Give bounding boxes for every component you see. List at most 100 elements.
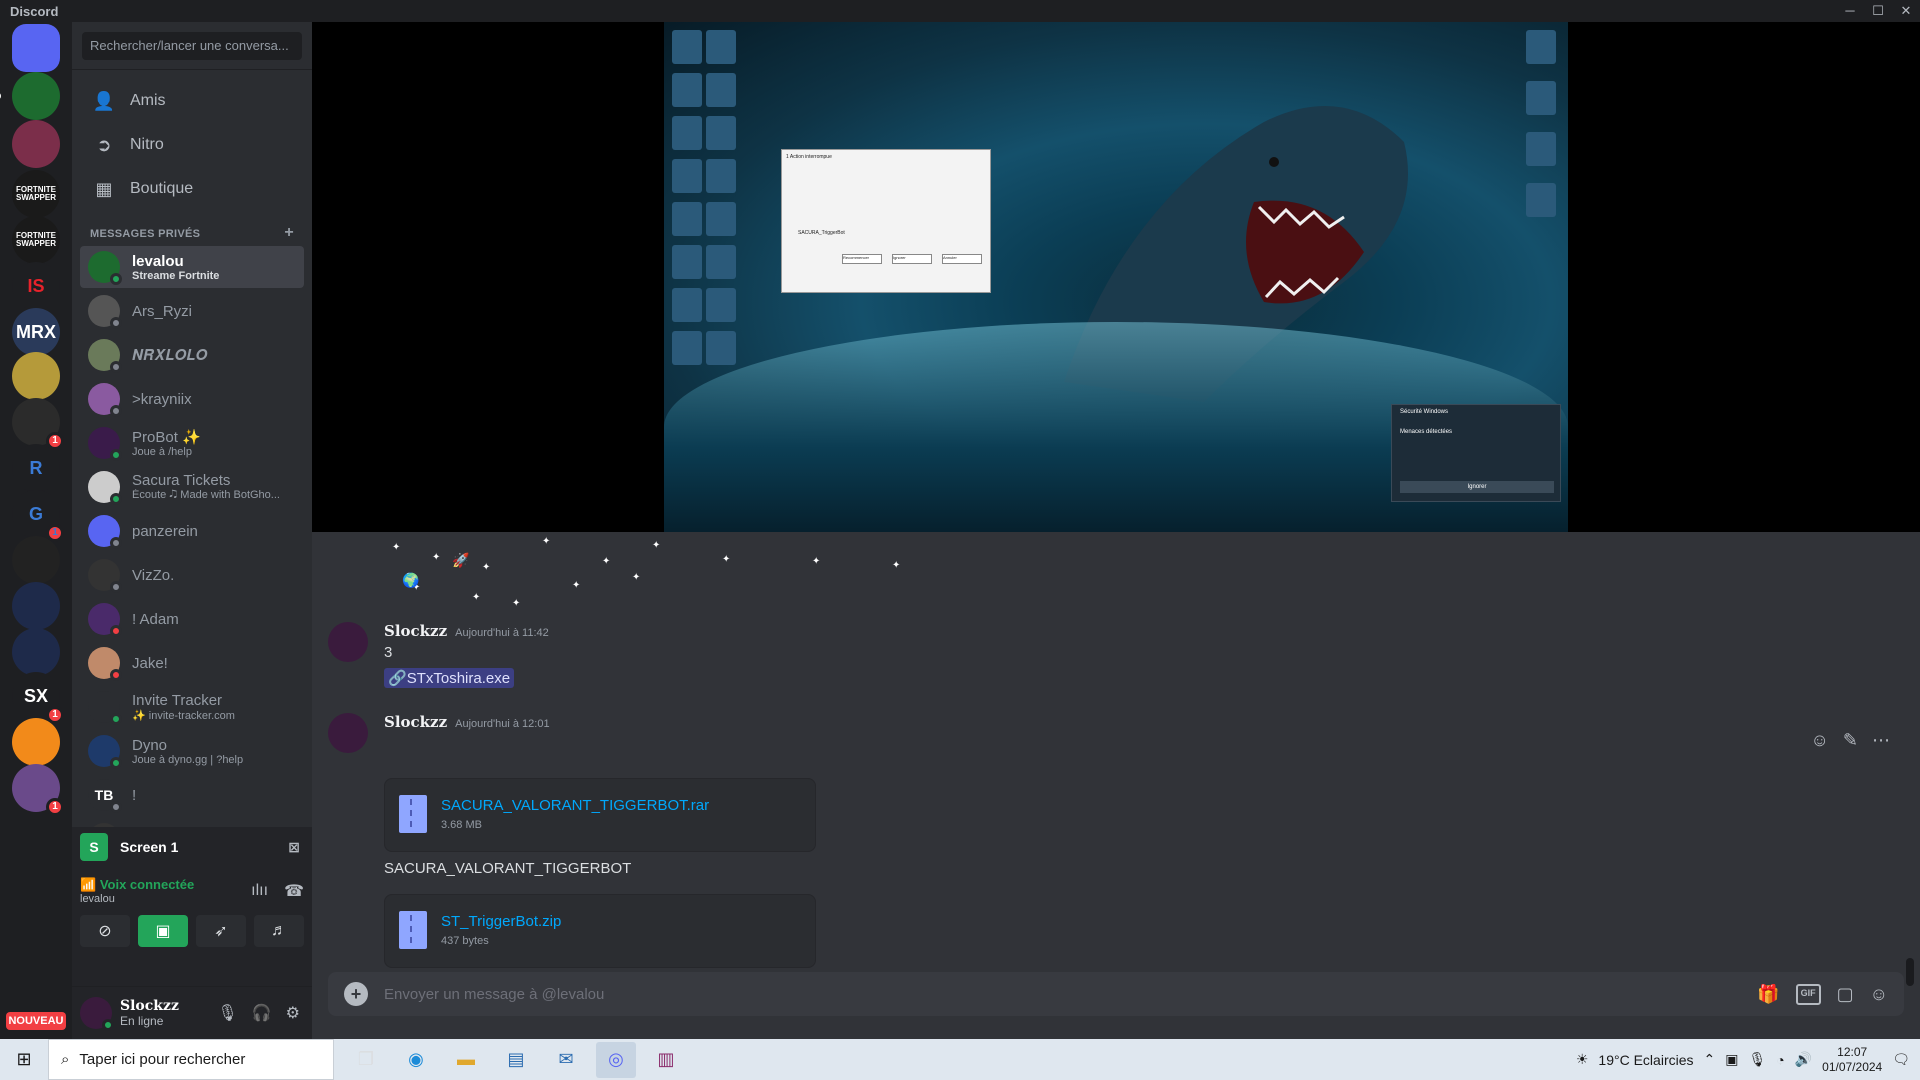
camera-off-button[interactable]: ⊘ bbox=[80, 915, 130, 947]
sticker-icon[interactable]: ▢ bbox=[1837, 984, 1854, 1005]
server-icon[interactable]: FORTNITE SWAPPER bbox=[12, 216, 60, 264]
add-attachment-button[interactable]: + bbox=[344, 982, 368, 1006]
server-icon[interactable] bbox=[12, 628, 60, 676]
file-name-link[interactable]: SACURA_VALORANT_TIGGERBOT.rar bbox=[441, 797, 709, 814]
file-name-link[interactable]: ST_TriggerBot.zip bbox=[441, 913, 561, 930]
dm-name: 𝑵𝑹𝑿𝑳𝑶𝑳𝑶 bbox=[132, 346, 208, 364]
weather-text[interactable]: 19°C Eclaircies bbox=[1598, 1052, 1693, 1068]
file-attachment[interactable]: SACURA_VALORANT_TIGGERBOT.rar 3.68 MB bbox=[384, 778, 816, 852]
soundboard-button[interactable]: ♬ bbox=[254, 915, 304, 947]
status-dot bbox=[110, 713, 122, 725]
dm-item[interactable]: Jake! bbox=[80, 642, 304, 684]
gear-icon[interactable]: ⚙ bbox=[286, 1003, 300, 1023]
dm-item[interactable]: Ars_Ryzi bbox=[80, 290, 304, 332]
desktop-icon bbox=[706, 331, 736, 365]
dm-item[interactable]: ProBot ✨ Joue à /help bbox=[80, 422, 304, 464]
screen-share-row[interactable]: S Screen 1 ⊠ bbox=[72, 827, 312, 867]
clock[interactable]: 12:07 01/07/2024 bbox=[1822, 1045, 1882, 1075]
maximize-button[interactable]: ☐ bbox=[1864, 0, 1892, 22]
windows-start-icon[interactable]: ⊞ bbox=[0, 1039, 48, 1080]
server-icon[interactable]: SX 1 bbox=[12, 672, 64, 724]
server-icon[interactable] bbox=[12, 718, 60, 766]
screen-share-button[interactable]: ▣ bbox=[138, 915, 188, 947]
message-time: Aujourd'hui à 12:01 bbox=[455, 718, 550, 730]
network-icon[interactable]: ◔ bbox=[1776, 1052, 1784, 1068]
task-view-icon[interactable]: ❐ bbox=[346, 1042, 386, 1078]
server-icon[interactable]: 1 bbox=[12, 764, 64, 816]
more-icon[interactable]: ⋯ bbox=[1872, 730, 1890, 751]
new-badge[interactable]: NOUVEAU bbox=[6, 1012, 66, 1030]
server-icon[interactable]: 1 bbox=[12, 398, 64, 450]
dm-search[interactable]: Rechercher/lancer une conversa... bbox=[72, 22, 312, 70]
server-icon[interactable]: G1 bbox=[12, 490, 64, 542]
server-icon[interactable] bbox=[12, 120, 60, 168]
noise-suppression-icon[interactable]: ılıı bbox=[251, 882, 268, 900]
voice-status[interactable]: 📶 Voix connectée bbox=[80, 877, 194, 893]
winrar-icon[interactable]: ▥ bbox=[646, 1042, 686, 1078]
message-author[interactable]: Slockzz bbox=[384, 713, 447, 731]
activity-button[interactable]: ➶ bbox=[196, 915, 246, 947]
nav-shop[interactable]: ▦ Boutique bbox=[80, 168, 304, 210]
add-dm-button[interactable]: + bbox=[284, 225, 294, 241]
discord-taskbar-icon[interactable]: ◎ bbox=[596, 1041, 636, 1078]
microphone-tray-icon[interactable]: 🎙 bbox=[1748, 1051, 1766, 1068]
disconnect-icon[interactable]: ☎ bbox=[284, 881, 304, 901]
dm-search-input[interactable]: Rechercher/lancer une conversa... bbox=[82, 32, 302, 60]
close-button[interactable]: ✕ bbox=[1892, 0, 1920, 22]
dm-item[interactable]: levalou Streame Fortnite bbox=[80, 246, 304, 288]
dm-item[interactable]: panzerein bbox=[80, 510, 304, 552]
chevron-up-icon[interactable]: ⌃ bbox=[1704, 1051, 1716, 1068]
headphones-icon[interactable]: 🎧 bbox=[252, 1003, 272, 1023]
dm-item[interactable]: Dyno Joue à dyno.gg | ?help bbox=[80, 730, 304, 772]
gif-button[interactable]: GIF bbox=[1795, 983, 1821, 1005]
add-reaction-icon[interactable]: ☺ bbox=[1811, 730, 1829, 751]
chat-scrollbar[interactable] bbox=[1906, 958, 1914, 986]
avatar bbox=[88, 471, 122, 505]
message-author[interactable]: Slockzz bbox=[384, 622, 447, 640]
stop-stream-icon[interactable]: ⊠ bbox=[288, 839, 300, 856]
file-attachment[interactable]: ST_TriggerBot.zip 437 bytes bbox=[384, 894, 816, 968]
dm-item[interactable]: TB! bbox=[80, 774, 304, 816]
minimize-button[interactable]: ─ bbox=[1836, 0, 1864, 22]
avatar[interactable] bbox=[328, 622, 368, 662]
tray-icon[interactable]: ▣ bbox=[1725, 1051, 1738, 1068]
edit-icon[interactable]: ✎ bbox=[1843, 730, 1858, 751]
volume-icon[interactable]: 🔊 bbox=[1795, 1051, 1812, 1068]
server-icon[interactable] bbox=[0, 72, 60, 120]
server-icon[interactable]: MRX bbox=[12, 308, 60, 356]
server-icon[interactable] bbox=[12, 352, 60, 400]
dm-item[interactable]: VizZo. bbox=[80, 554, 304, 596]
os-taskbar: ⊞ ⌕ Taper ici pour rechercher ❐ ◉ ▬ ▤ ✉ … bbox=[0, 1039, 1920, 1080]
dm-item[interactable]: >krayniix bbox=[80, 378, 304, 420]
desktop-icon bbox=[1526, 132, 1556, 166]
emoji-icon[interactable]: ☺ bbox=[1870, 984, 1888, 1005]
file-explorer-icon[interactable]: ▬ bbox=[446, 1042, 486, 1078]
avatar[interactable] bbox=[80, 997, 114, 1031]
nav-nitro[interactable]: ➲ Nitro bbox=[80, 124, 304, 166]
server-icon[interactable]: FORTNITE SWAPPER bbox=[12, 170, 60, 218]
dm-item[interactable]: Sacura Tickets Écoute 🎝 Made with BotGho.… bbox=[80, 466, 304, 508]
attachment-link[interactable]: 🔗STxToshira.exe bbox=[384, 668, 515, 688]
server-icon[interactable]: IS bbox=[12, 262, 60, 310]
server-icon[interactable]: R bbox=[12, 444, 60, 492]
gift-icon[interactable]: 🎁 bbox=[1757, 984, 1779, 1005]
avatar[interactable] bbox=[328, 713, 368, 753]
file-error-dialog: 1 Action interrompue SACURA_TriggerBot R… bbox=[781, 149, 991, 293]
notifications-icon[interactable]: 🗨 bbox=[1892, 1051, 1910, 1068]
dm-item[interactable]: Invite Tracker ✨ invite-tracker.com bbox=[80, 686, 304, 728]
dm-item[interactable]: ! Adam bbox=[80, 598, 304, 640]
mail-icon[interactable]: ✉ bbox=[546, 1042, 586, 1078]
nav-friends[interactable]: 👤 Amis bbox=[80, 80, 304, 122]
dm-item[interactable]: 𝑵𝑹𝑿𝑳𝑶𝑳𝑶 bbox=[80, 334, 304, 376]
server-icon[interactable] bbox=[12, 582, 60, 630]
edge-icon[interactable]: ◉ bbox=[396, 1042, 436, 1078]
taskbar-search[interactable]: ⌕ Taper ici pour rechercher bbox=[48, 1039, 334, 1080]
server-icon[interactable] bbox=[12, 536, 60, 584]
status-dot bbox=[110, 405, 122, 417]
message-input[interactable] bbox=[384, 985, 1758, 1003]
status-dot bbox=[110, 317, 122, 329]
microphone-icon[interactable]: 🎙 bbox=[217, 1003, 237, 1023]
stream-view[interactable]: 1 Action interrompue SACURA_TriggerBot R… bbox=[312, 22, 1920, 532]
server-icon[interactable] bbox=[12, 24, 60, 72]
store-icon[interactable]: ▤ bbox=[496, 1042, 536, 1078]
